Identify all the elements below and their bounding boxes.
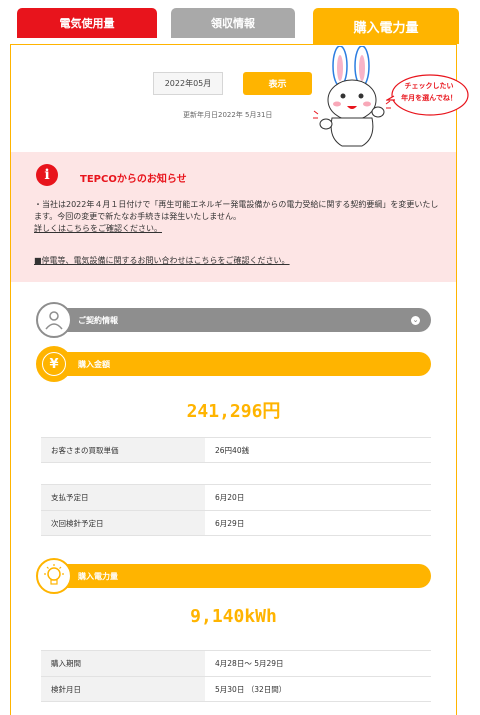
info-icon: i	[36, 164, 58, 186]
notice-details-link[interactable]: 詳しくはこちらをご確認ください。	[34, 224, 162, 233]
yen-glyph: ¥	[42, 352, 66, 376]
bubble-line-2: 年月を選んでね！	[401, 94, 457, 102]
tab-receipt-info[interactable]: 領収情報	[171, 8, 295, 38]
notice-body: ・当社は2022年４月１日付けで「再生可能エネルギー発電設備からの電力受給に関す…	[34, 199, 444, 235]
row-key: お客さまの買取単価	[41, 438, 205, 462]
contract-info-label: ご契約情報	[78, 315, 118, 325]
table-row: 次回検針予定日 6月29日	[41, 510, 431, 536]
contract-info-bar[interactable]: ご契約情報	[60, 308, 431, 332]
purchased-power-bar: 購入電力量	[60, 564, 431, 588]
row-value: 6月20日	[215, 493, 245, 502]
show-button[interactable]: 表示	[243, 72, 312, 95]
purchased-power-total: 9,140kWh	[190, 606, 277, 627]
lightbulb-icon	[36, 558, 72, 594]
row-value: 6月29日	[215, 518, 245, 528]
yen-icon: ¥	[36, 346, 72, 382]
chevron-down-icon[interactable]: ⌄	[411, 316, 420, 325]
speech-bubble-text: チェックしたい 年月を選んでね！	[392, 80, 466, 104]
table-row: 支払予定日 6月20日	[41, 484, 431, 510]
month-select[interactable]: 2022年05月	[153, 72, 223, 95]
row-key: 購入期間	[41, 651, 205, 676]
tab-purchased-power[interactable]: 購入電力量	[313, 8, 459, 44]
row-key: 検針月日	[41, 677, 205, 701]
bubble-line-1: チェックしたい	[404, 82, 454, 90]
table-row: 購入期間 4月28日～ 5月29日	[41, 650, 431, 676]
purchase-amount-bar: 購入金額	[60, 352, 431, 376]
purchased-power-label: 購入電力量	[78, 571, 118, 581]
notice-text: ・当社は2022年４月１日付けで「再生可能エネルギー発電設備からの電力受給に関す…	[34, 200, 439, 221]
updated-date: 更新年月日2022年 5月31日	[183, 111, 273, 119]
notice-title: TEPCOからのお知らせ	[80, 174, 187, 185]
row-value: 26円40銭	[215, 445, 250, 455]
person-icon	[36, 302, 72, 338]
row-key: 次回検針予定日	[41, 511, 205, 535]
rabbit-mascot-icon	[313, 46, 391, 147]
table-row: お客さまの買取単価 26円40銭	[41, 437, 431, 463]
tab-bar: 電気使用量 領収情報 購入電力量	[17, 8, 463, 44]
table-row: 検針月日 5月30日 （32日間）	[41, 676, 431, 702]
row-value: 5月30日 （32日間）	[215, 684, 287, 694]
outage-inquiry-link[interactable]: ■停電等、電気設備に関するお問い合わせはこちらをご確認ください。	[34, 255, 290, 266]
tab-electricity-usage[interactable]: 電気使用量	[17, 8, 157, 38]
row-value: 4月28日～ 5月29日	[215, 659, 284, 668]
purchase-amount-label: 購入金額	[78, 359, 110, 369]
purchase-amount-total: 241,296円	[186, 401, 281, 422]
row-key: 支払予定日	[41, 485, 205, 510]
